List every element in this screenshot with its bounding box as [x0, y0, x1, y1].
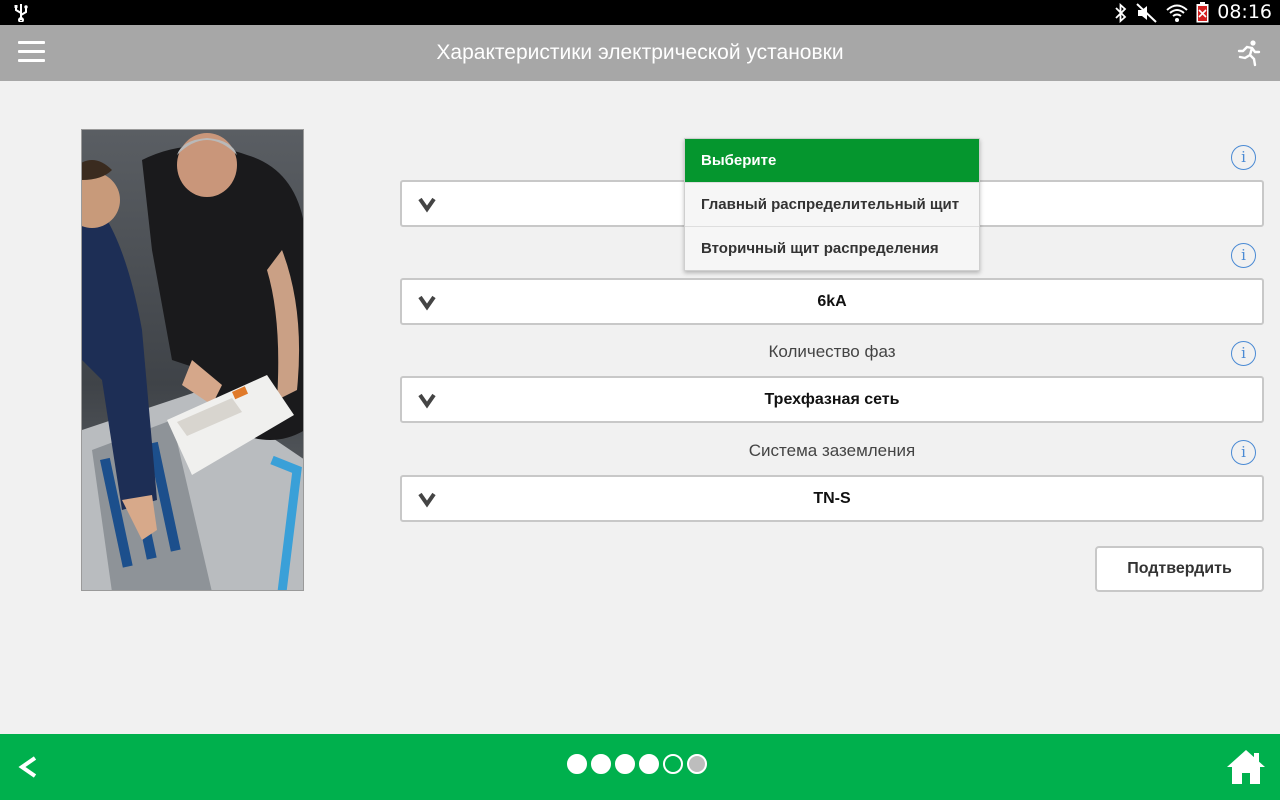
- step-dot-current: [687, 754, 707, 774]
- bottom-nav-bar: [0, 734, 1280, 800]
- select-value: 6kA: [817, 293, 847, 310]
- switchboard-type-dropdown: Выберите Главный распределительный щит В…: [684, 138, 980, 271]
- step-dot: [615, 754, 635, 774]
- earthing-system-label: Система заземления: [748, 441, 916, 460]
- home-icon[interactable]: [1226, 748, 1266, 786]
- wifi-icon: [1166, 4, 1188, 22]
- status-bar: 08:16: [0, 0, 1280, 25]
- battery-icon: [1196, 2, 1209, 23]
- info-icon[interactable]: i: [1231, 145, 1256, 170]
- step-pager: [567, 754, 707, 776]
- bluetooth-icon: [1115, 2, 1127, 23]
- dropdown-option-choose[interactable]: Выберите: [685, 139, 979, 182]
- back-arrow-icon[interactable]: [16, 754, 40, 780]
- step-dot: [639, 754, 659, 774]
- select-value: TN-S: [813, 490, 851, 507]
- short-circuit-current-select[interactable]: 6kA: [400, 278, 1264, 325]
- usb-icon: [14, 4, 28, 22]
- mute-icon: [1136, 2, 1157, 23]
- info-icon[interactable]: i: [1231, 440, 1256, 465]
- chevron-down-icon: [418, 197, 436, 213]
- running-man-exit-icon[interactable]: [1234, 39, 1262, 67]
- app-bar: Характеристики электрической установки: [0, 25, 1280, 81]
- step-dot: [567, 754, 587, 774]
- page-title: Характеристики электрической установки: [436, 41, 844, 64]
- clock: 08:16: [1217, 1, 1272, 23]
- dropdown-option-secondary-switchboard[interactable]: Вторичный щит распределения: [685, 226, 979, 270]
- phases-label: Количество фаз: [768, 342, 896, 361]
- electricians-photo: [81, 129, 304, 591]
- info-icon[interactable]: i: [1231, 243, 1256, 268]
- dropdown-option-main-switchboard[interactable]: Главный распределительный щит: [685, 182, 979, 226]
- info-icon[interactable]: i: [1231, 341, 1256, 366]
- confirm-button[interactable]: Подтвердить: [1095, 546, 1264, 592]
- step-dot: [663, 754, 683, 774]
- step-dot: [591, 754, 611, 774]
- phases-select[interactable]: Трехфазная сеть: [400, 376, 1264, 423]
- earthing-system-select[interactable]: TN-S: [400, 475, 1264, 522]
- select-value: Трехфазная сеть: [764, 391, 900, 408]
